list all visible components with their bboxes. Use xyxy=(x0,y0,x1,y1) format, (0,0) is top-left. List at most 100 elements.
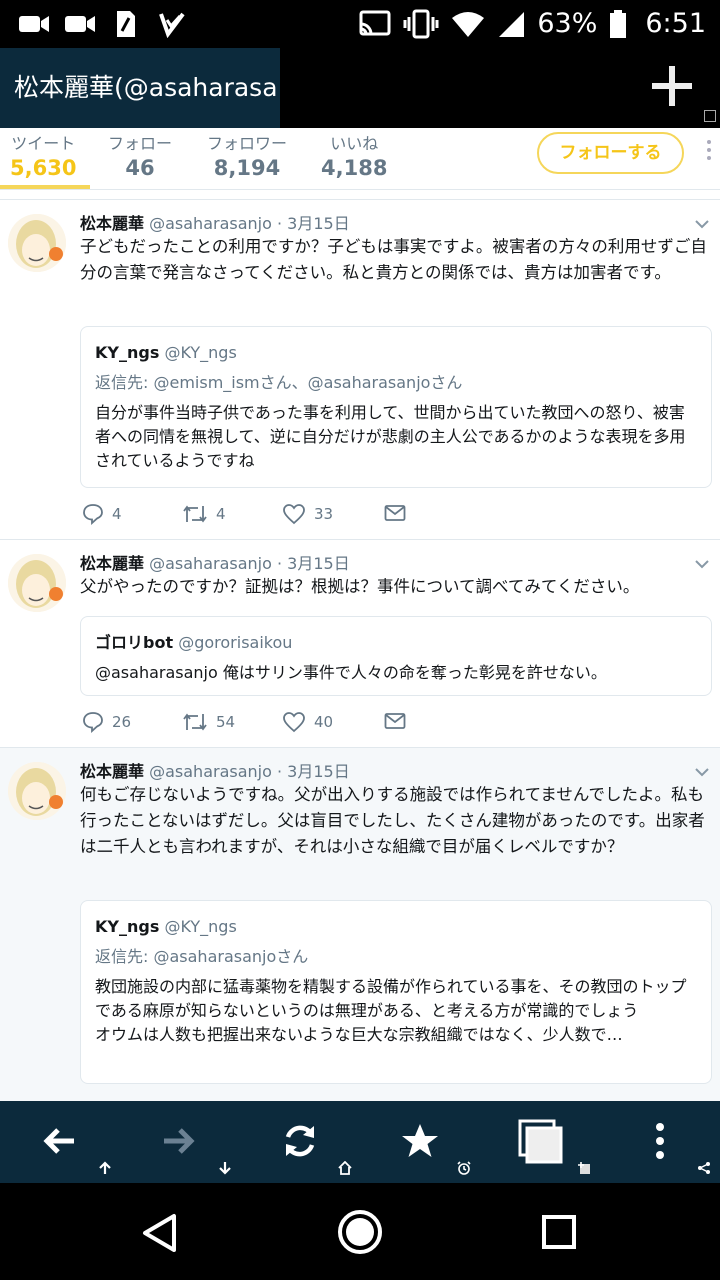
cast-icon xyxy=(359,10,391,35)
retweet-button[interactable]: 4 xyxy=(182,503,226,525)
tweet[interactable]: 松本麗華 @asaharasanjo · 3月15日 何もご存じないようですね。… xyxy=(0,747,720,1101)
quote-text: 教団施設の内部に猛毒薬物を精製する設備が作られている事を、その教団のトップである… xyxy=(95,977,687,1044)
author-handle: @asaharasanjo · 3月15日 xyxy=(149,214,350,233)
wifi-icon xyxy=(452,11,485,37)
system-nav-bar xyxy=(0,1183,720,1280)
scroll-top-icon[interactable] xyxy=(98,1161,112,1175)
stat-value: 46 xyxy=(125,156,155,180)
stat-label: フォロワー xyxy=(207,134,288,153)
page-title: 松本麗華(@asaharasa… xyxy=(14,73,280,102)
recents-square-icon[interactable] xyxy=(541,1214,577,1250)
like-count: 40 xyxy=(314,713,334,731)
stat-label: ツイート xyxy=(11,134,76,153)
check-icon xyxy=(156,10,188,38)
home-circle-icon[interactable] xyxy=(337,1209,383,1255)
forward-arrow-icon[interactable] xyxy=(158,1121,198,1161)
stat-following[interactable]: フォロー 46 xyxy=(108,130,172,180)
screen: { "status_bar": { "battery": "63%", "tim… xyxy=(0,0,720,1280)
reply-button[interactable]: 4 xyxy=(82,503,122,525)
profile-stats: ツイート 5,630 フォロー 46 フォロワー 8,194 いいね 4,188… xyxy=(0,128,720,190)
quote-author-name: KY_ngs xyxy=(95,917,160,936)
quote-author-name: KY_ngs xyxy=(95,343,160,362)
envelope-icon xyxy=(384,713,406,729)
avatar[interactable] xyxy=(8,214,66,272)
more-icon[interactable] xyxy=(640,1121,680,1161)
clock: 6:51 xyxy=(645,8,706,39)
retweet-button[interactable]: 54 xyxy=(182,711,235,733)
reply-count: 26 xyxy=(112,713,132,731)
avatar[interactable] xyxy=(8,554,66,612)
share-icon[interactable] xyxy=(697,1161,711,1175)
retweet-count: 4 xyxy=(216,505,226,523)
quote-author-handle: @KY_ngs xyxy=(164,917,237,936)
new-tab-icon[interactable] xyxy=(577,1161,591,1175)
quote-author-handle: @KY_ngs xyxy=(164,343,237,362)
follow-button[interactable]: フォローする xyxy=(537,132,684,174)
tweet-header: 松本麗華 @asaharasanjo · 3月15日 xyxy=(80,550,350,574)
quote-text: 自分が事件当時子供であった事を利用して、世間から出ていた教団への怒り、被害者への… xyxy=(95,403,686,470)
reply-icon xyxy=(83,504,103,525)
stat-label: フォロー xyxy=(108,134,173,153)
tweet[interactable]: 松本麗華 @asaharasanjo · 3月15日 父がやったのですか？証拠は… xyxy=(0,539,720,747)
page-title-tab[interactable]: 松本麗華(@asaharasa… xyxy=(0,48,280,128)
quote-text: @asaharasanjo 俺はサリン事件で人々の命を奪った彰晃を許せない。 xyxy=(95,663,607,682)
tweet-header: 松本麗華 @asaharasanjo · 3月15日 xyxy=(80,210,350,234)
retweet-count: 54 xyxy=(216,713,236,731)
author-name[interactable]: 松本麗華 xyxy=(80,214,144,233)
stat-value: 8,194 xyxy=(213,156,281,180)
plus-icon[interactable] xyxy=(650,64,694,108)
back-triangle-icon[interactable] xyxy=(140,1213,180,1253)
heart-icon xyxy=(283,712,305,733)
quoted-tweet[interactable]: ゴロリbot @gororisaikou @asaharasanjo 俺はサリン… xyxy=(80,616,712,696)
stat-followers[interactable]: フォロワー 8,194 xyxy=(207,130,287,180)
tweet-text: 何もご存じないようですね。父が出入りする施設では作られてませんでしたよ。私も行っ… xyxy=(80,785,705,856)
quoted-tweet[interactable]: KY_ngs @KY_ngs 返信先: @emism_ismさん、@asahar… xyxy=(80,326,712,488)
alarm-icon[interactable] xyxy=(457,1161,471,1175)
home-icon[interactable] xyxy=(338,1161,352,1175)
status-bar: 63% 6:51 xyxy=(0,0,720,48)
active-tab-indicator xyxy=(0,185,90,189)
battery-percent: 63% xyxy=(537,8,598,39)
title-bar: 松本麗華(@asaharasa… xyxy=(0,48,720,128)
quote-author-name: ゴロリbot xyxy=(95,633,174,652)
dm-button[interactable] xyxy=(384,503,406,523)
like-button[interactable]: 33 xyxy=(282,503,333,525)
dm-button[interactable] xyxy=(384,711,406,731)
vibrate-icon xyxy=(403,9,439,38)
stat-value: 5,630 xyxy=(10,156,77,180)
quoted-tweet[interactable]: KY_ngs @KY_ngs 返信先: @asaharasanjoさん 教団施設… xyxy=(80,900,712,1084)
reply-count: 4 xyxy=(112,505,122,523)
tweet-actions: 26 54 40 xyxy=(82,711,412,737)
chevron-down-icon[interactable] xyxy=(694,216,710,232)
back-arrow-icon[interactable] xyxy=(40,1121,80,1161)
chevron-down-icon[interactable] xyxy=(694,764,710,780)
quote-author-handle: @gororisaikou xyxy=(178,633,293,652)
quote-reply-to: 返信先: @asaharasanjoさん xyxy=(95,947,309,966)
stat-tweets[interactable]: ツイート 5,630 xyxy=(10,130,76,180)
retweet-icon xyxy=(183,713,207,731)
more-options-icon[interactable] xyxy=(707,140,713,164)
scroll-bottom-icon[interactable] xyxy=(218,1161,232,1175)
author-handle: @asaharasanjo · 3月15日 xyxy=(149,554,350,573)
tabs-icon[interactable] xyxy=(518,1119,564,1165)
heart-icon xyxy=(283,504,305,525)
star-icon[interactable] xyxy=(400,1121,440,1161)
stat-likes[interactable]: いいね 4,188 xyxy=(321,130,387,180)
refresh-icon[interactable] xyxy=(280,1121,320,1161)
chevron-down-icon[interactable] xyxy=(694,556,710,572)
author-name[interactable]: 松本麗華 xyxy=(80,554,144,573)
envelope-icon xyxy=(384,505,406,521)
avatar[interactable] xyxy=(8,762,66,820)
reply-button[interactable]: 26 xyxy=(82,711,131,733)
tweet-actions: 4 4 33 xyxy=(82,503,412,529)
tweet-text: 子どもだったことの利用ですか？子どもは事実ですよ。被害者の方々の利用せずご自分の… xyxy=(80,237,707,282)
retweet-icon xyxy=(183,505,207,523)
quote-reply-to: 返信先: @emism_ismさん、@asaharasanjoさん xyxy=(95,373,463,392)
like-button[interactable]: 40 xyxy=(282,711,333,733)
like-count: 33 xyxy=(314,505,334,523)
tweet[interactable]: 松本麗華 @asaharasanjo · 3月15日 子どもだったことの利用です… xyxy=(0,199,720,539)
author-handle: @asaharasanjo · 3月15日 xyxy=(149,762,350,781)
author-name[interactable]: 松本麗華 xyxy=(80,762,144,781)
browser-toolbar xyxy=(0,1101,720,1183)
stat-value: 4,188 xyxy=(321,156,388,180)
